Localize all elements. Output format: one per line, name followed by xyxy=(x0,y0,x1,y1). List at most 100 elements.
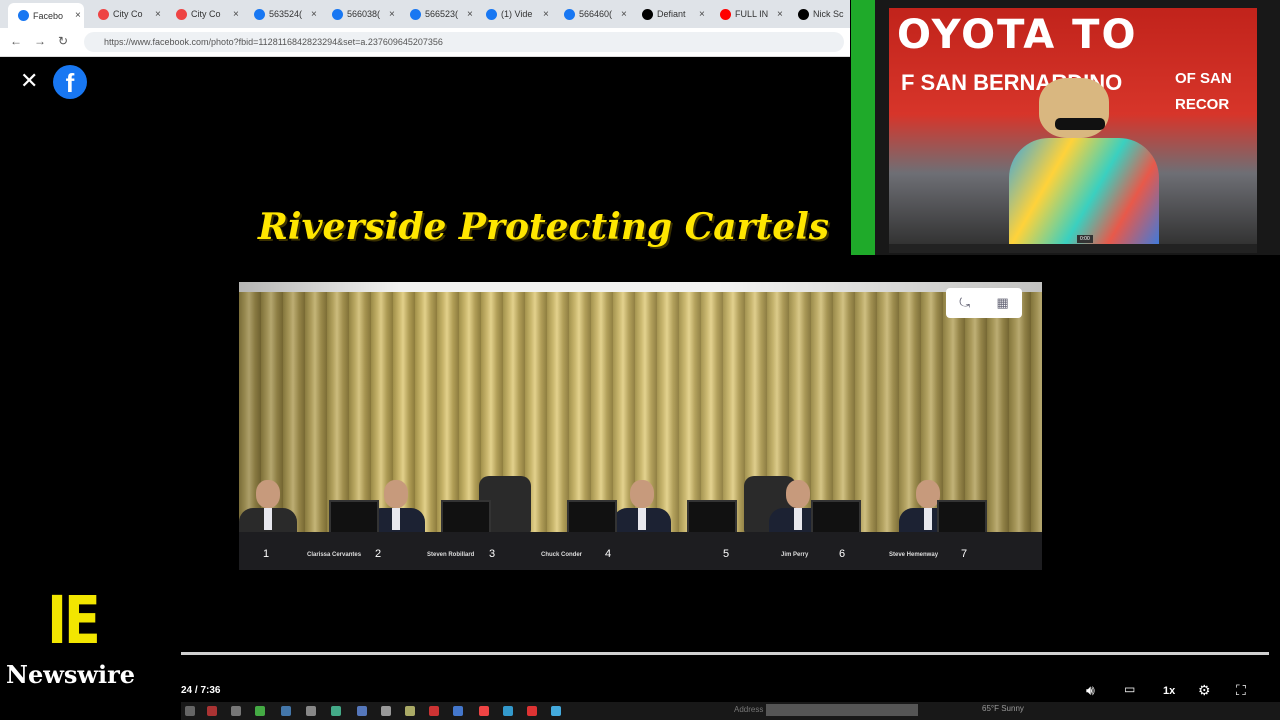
webcam-taskbar xyxy=(889,244,1257,253)
app-icon[interactable] xyxy=(255,706,265,716)
browser-tab[interactable]: 566038(× xyxy=(322,4,398,24)
tab-close-icon[interactable]: × xyxy=(777,9,783,20)
browser-tab[interactable]: Facebo × xyxy=(8,3,84,28)
app-icon[interactable] xyxy=(551,706,561,716)
desk-monitor xyxy=(687,500,737,534)
app-icon[interactable] xyxy=(503,706,513,716)
captions-icon[interactable]: ▭ xyxy=(1124,682,1135,696)
fullscreen-icon[interactable]: ⛶ xyxy=(1236,682,1246,699)
nameplate: Steven Robillard xyxy=(427,552,475,558)
dais-desk xyxy=(239,532,1042,570)
nameplate: Jim Perry xyxy=(781,552,809,558)
webcam-inset: OYOTA TO F SAN BERNARDINO OF SAN RECOR 0… xyxy=(875,0,1280,255)
weather-text: 65°F Sunny xyxy=(982,704,1024,713)
tab-close-icon[interactable]: × xyxy=(467,9,473,20)
address-label: Address xyxy=(734,705,764,714)
app-icon[interactable] xyxy=(207,706,217,716)
tab-title: City Co xyxy=(113,9,143,19)
tab-close-icon[interactable]: × xyxy=(621,9,627,20)
app-icon[interactable] xyxy=(381,706,391,716)
browser-tab[interactable]: FULL IN × xyxy=(710,4,786,24)
tab-close-icon[interactable]: × xyxy=(543,9,549,20)
app-icon[interactable] xyxy=(405,706,415,716)
google-icon xyxy=(98,8,109,20)
reload-icon[interactable]: ↻ xyxy=(58,34,68,48)
app-icon[interactable] xyxy=(231,706,241,716)
council-meeting-video[interactable]: ⤿ ▦ 1 2 Clarissa Cervantes 3 Steven Robillar… xyxy=(239,282,1042,570)
facebook-logo-icon[interactable]: f xyxy=(53,65,87,99)
playback-speed-button[interactable]: 1x xyxy=(1163,685,1175,697)
app-icon[interactable] xyxy=(429,706,439,716)
x-icon xyxy=(798,8,809,20)
desk-monitor xyxy=(441,500,491,534)
app-icon[interactable] xyxy=(527,706,537,716)
facebook-icon xyxy=(18,10,29,21)
tab-title: 566523( xyxy=(425,9,459,19)
facebook-icon xyxy=(332,8,343,20)
browser-tab-bar: Facebo × City Co × City Co × 563524(× 566038(× 5… xyxy=(0,0,861,28)
progress-fill xyxy=(181,652,1269,655)
back-icon[interactable]: ← xyxy=(10,34,22,48)
webcam-feed: OYOTA TO F SAN BERNARDINO OF SAN RECOR 0… xyxy=(889,8,1257,244)
ie-logo: IE xyxy=(47,582,101,659)
nameplate: Steve Hemenway xyxy=(889,552,939,558)
app-icon[interactable] xyxy=(331,706,341,716)
progress-bar[interactable] xyxy=(181,652,1269,655)
banner-text: RECOR xyxy=(1175,96,1230,113)
tab-title: 566460( xyxy=(579,9,613,19)
browser-tab[interactable]: 566523( × xyxy=(400,4,476,24)
newswire-logo-text: Newswire xyxy=(6,660,136,689)
cc-icon[interactable]: ▦ xyxy=(996,295,1008,311)
app-icon[interactable] xyxy=(479,706,489,716)
banner-text: OYOTA TO xyxy=(897,12,1138,58)
app-icon[interactable] xyxy=(281,706,291,716)
desk-monitor xyxy=(811,500,861,534)
desk-monitor xyxy=(567,500,617,534)
webcam-timestamp: 0:00 xyxy=(1077,235,1093,243)
seat-number: 4 xyxy=(605,548,612,560)
url-text: https://www.facebook.com/photo?fbid=1128… xyxy=(104,37,443,47)
seat-number: 3 xyxy=(489,548,496,560)
google-icon xyxy=(176,8,187,20)
forward-icon[interactable]: → xyxy=(34,34,46,48)
facebook-icon xyxy=(564,8,575,20)
settings-icon[interactable]: ⚙ xyxy=(1198,682,1211,699)
seat-number: 6 xyxy=(839,548,846,560)
tab-close-icon[interactable]: × xyxy=(699,9,705,20)
banner-text: OF SAN xyxy=(1175,70,1232,87)
browser-tab[interactable]: (1) Vide × xyxy=(476,4,552,24)
browser-tab[interactable]: City Co × xyxy=(166,4,242,24)
app-icon[interactable] xyxy=(306,706,316,716)
app-icon[interactable] xyxy=(357,706,367,716)
browser-tab[interactable]: City Co × xyxy=(88,4,164,24)
browser-tab[interactable]: 566460( × xyxy=(554,4,630,24)
url-input[interactable]: https://www.facebook.com/photo?fbid=1128… xyxy=(84,32,844,52)
green-screen-border xyxy=(851,0,875,255)
close-icon[interactable]: ✕ xyxy=(20,70,38,92)
app-icon[interactable] xyxy=(453,706,463,716)
seat-number: 5 xyxy=(723,548,730,560)
seat-number: 1 xyxy=(263,548,270,560)
tab-close-icon[interactable]: × xyxy=(233,9,239,20)
volume-icon[interactable]: 🔊︎ xyxy=(1086,682,1095,699)
browser-tab[interactable]: Defiant × xyxy=(632,4,708,24)
tab-title: (1) Vide xyxy=(501,9,533,19)
timecode: 24 / 7:36 xyxy=(181,685,221,696)
tab-close-icon[interactable]: × xyxy=(389,9,395,20)
tab-close-icon[interactable]: × xyxy=(311,9,317,20)
nameplate: Clarissa Cervantes xyxy=(307,552,362,558)
app-icon[interactable] xyxy=(185,706,195,716)
tab-title: Nick Sc xyxy=(813,9,844,19)
facebook-icon xyxy=(254,8,265,20)
seat-number: 2 xyxy=(375,548,382,560)
tab-close-icon[interactable]: × xyxy=(155,9,161,20)
address-input[interactable] xyxy=(766,704,918,716)
video-headline: Riverside Protecting Cartels xyxy=(258,206,830,248)
tab-close-icon[interactable]: × xyxy=(75,10,81,21)
council-member xyxy=(239,480,297,536)
tab-title: FULL IN xyxy=(735,9,769,19)
browser-tab[interactable]: 563524(× xyxy=(244,4,320,24)
share-icon[interactable]: ⤿ xyxy=(959,295,970,311)
taskbar-overlay xyxy=(181,702,1280,720)
tab-title: Defiant xyxy=(657,9,686,19)
